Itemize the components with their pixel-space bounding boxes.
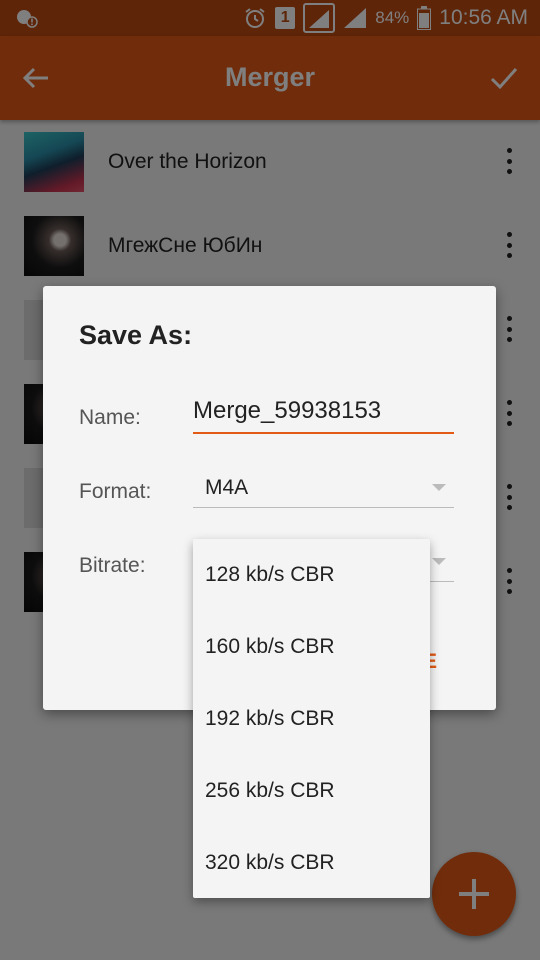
format-value: M4A [205,476,249,499]
dialog-title: Save As: [79,320,193,350]
bitrate-option[interactable]: 128 kb/s CBR [193,539,430,611]
name-label: Name: [79,406,141,429]
bitrate-option[interactable]: 160 kb/s CBR [193,611,430,683]
format-label: Format: [79,480,152,503]
dropdown-arrow-icon [432,484,446,491]
name-field[interactable] [193,390,454,434]
bitrate-option[interactable]: 192 kb/s CBR [193,683,430,755]
bitrate-label: Bitrate: [79,554,146,577]
bitrate-option[interactable]: 256 kb/s CBR [193,755,430,827]
dropdown-arrow-icon [432,558,446,565]
bitrate-dropdown: 128 kb/s CBR 160 kb/s CBR 192 kb/s CBR 2… [193,539,430,898]
bitrate-option[interactable]: 320 kb/s CBR [193,827,430,899]
format-select[interactable]: M4A [193,468,454,508]
